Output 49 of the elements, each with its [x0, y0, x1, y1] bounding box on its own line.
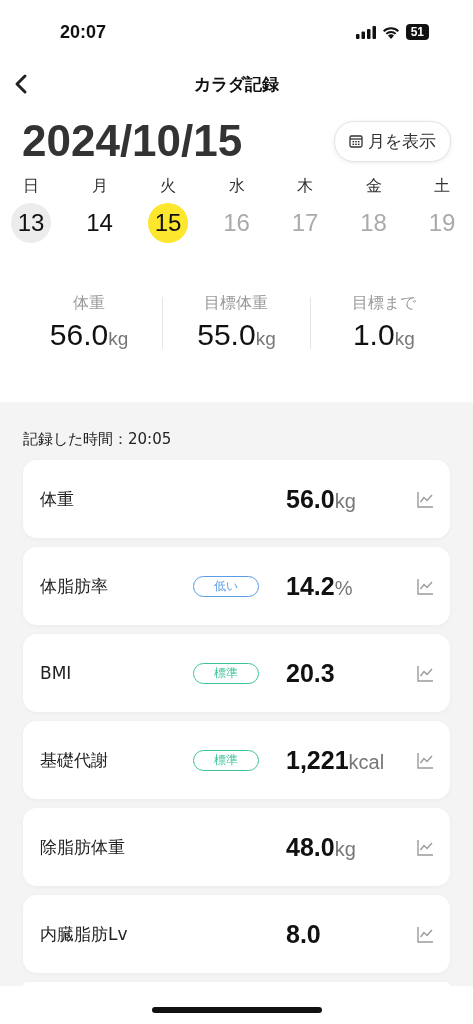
metric-card[interactable]: 基礎代謝 標準 1,221kcal [23, 721, 450, 799]
weekday-label: 土 [434, 176, 450, 197]
battery-indicator: 51 [405, 24, 429, 40]
weekday-label: 金 [365, 176, 382, 197]
calendar-day[interactable]: 15 [148, 203, 188, 243]
metric-card[interactable]: 体重 56.0kg [23, 460, 450, 538]
calendar-day[interactable]: 14 [79, 203, 120, 243]
line-chart-icon[interactable] [417, 751, 434, 769]
line-chart-icon[interactable] [417, 664, 434, 682]
metric-card[interactable]: 除脂肪体重 48.0kg [23, 808, 450, 886]
summary-value: 56.0kg [49, 318, 129, 352]
calendar-icon [349, 134, 363, 148]
line-chart-icon[interactable] [417, 490, 434, 508]
metric-value: 14.2% [286, 571, 354, 601]
line-chart-icon[interactable] [417, 838, 434, 856]
record-time: 記録した時間：20:05 [23, 430, 173, 449]
line-chart-icon[interactable] [417, 577, 434, 595]
weekday-label: 木 [297, 176, 313, 197]
line-chart-icon[interactable] [417, 925, 434, 943]
metric-card[interactable]: BMI 標準 20.3 [23, 634, 450, 712]
metric-name: 内臓脂肪Lv [40, 922, 129, 946]
status-time: 20:07 [60, 21, 107, 43]
signal-icon [355, 25, 376, 39]
summary-label: 目標まで [351, 293, 416, 314]
calendar-day[interactable]: 13 [11, 203, 51, 243]
metric-value: 20.3 [286, 658, 336, 688]
metric-card[interactable]: 内臓脂肪Lv 8.0 [23, 895, 450, 973]
metric-value: 56.0kg [286, 484, 357, 514]
summary-value: 1.0kg [352, 318, 415, 352]
summary-label: 体重 [73, 293, 106, 314]
metric-name: 除脂肪体重 [40, 835, 126, 859]
metric-value: 1,221kcal [286, 745, 386, 775]
screen-title: カラダ記録 [194, 72, 279, 96]
summary-label: 目標体重 [204, 293, 269, 314]
metric-name: 体重 [40, 487, 75, 511]
metric-value: 8.0 [286, 919, 322, 949]
wifi-icon [381, 25, 400, 39]
metric-value: 48.0kg [286, 832, 357, 862]
summary-value: 55.0kg [197, 318, 276, 352]
show-month-button[interactable]: 月を表示 [334, 120, 451, 162]
weekday-label: 日 [23, 176, 39, 197]
metric-name: BMI [40, 663, 73, 683]
metric-card[interactable]: 体脂肪率 低い 14.2% [23, 547, 450, 625]
date-heading: 2024/10/15 [22, 116, 243, 166]
metric-name: 基礎代謝 [40, 748, 109, 772]
metric-name: 体脂肪率 [40, 574, 109, 598]
weekday-label: 水 [228, 176, 245, 197]
weekday-label: 火 [160, 176, 176, 197]
weekday-label: 月 [91, 176, 108, 197]
